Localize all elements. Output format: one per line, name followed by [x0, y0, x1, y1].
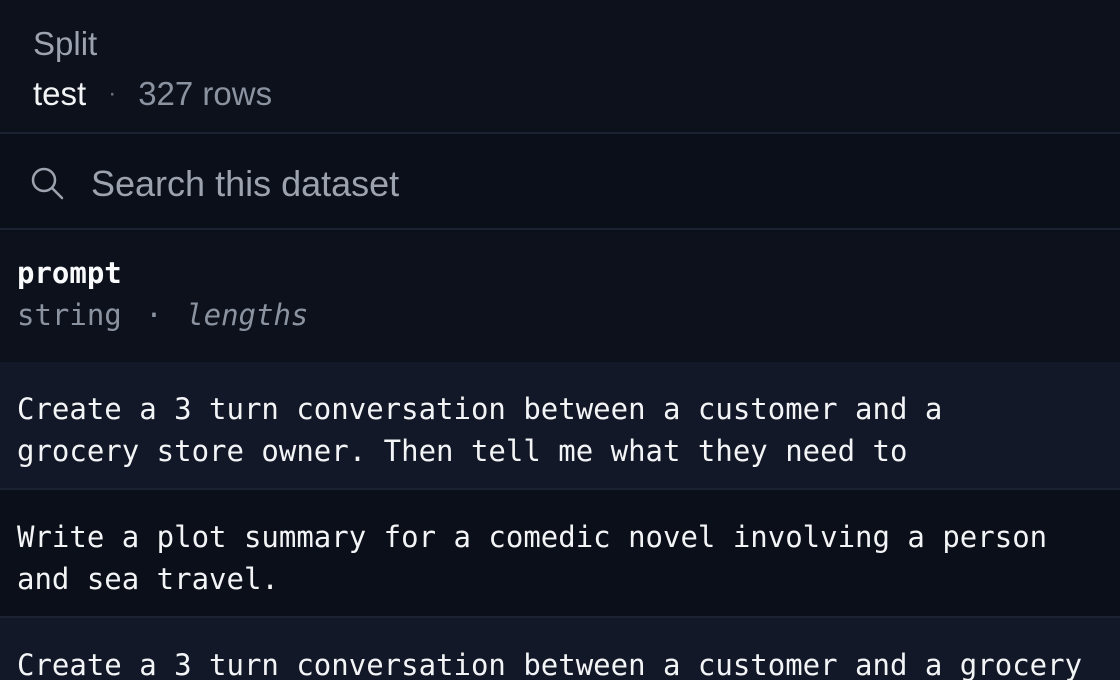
column-type: string: [17, 298, 122, 332]
split-row-count: 327 rows: [138, 75, 273, 112]
table-row[interactable]: Create a 3 turn conversation between a c…: [0, 618, 1120, 680]
split-label: Split: [33, 25, 98, 62]
prompt-cell[interactable]: Create a 3 turn conversation between a c…: [17, 388, 1120, 472]
prompt-cell[interactable]: Create a 3 turn conversation between a c…: [17, 644, 1120, 680]
split-selector[interactable]: Split test · 327 rows: [0, 0, 1120, 134]
column-name[interactable]: prompt: [17, 253, 122, 293]
table-row[interactable]: Write a plot summary for a comedic novel…: [0, 490, 1120, 618]
column-lengths-link[interactable]: lengths: [186, 298, 308, 332]
dataset-table: Create a 3 turn conversation between a c…: [0, 362, 1120, 680]
split-value[interactable]: test: [33, 74, 86, 114]
split-value-row[interactable]: test · 327 rows: [33, 74, 272, 114]
column-metadata: string · lengths: [17, 295, 308, 335]
column-meta-separator: ·: [145, 298, 163, 332]
dataset-viewer: Split test · 327 rows prompt string · le…: [0, 0, 1120, 680]
prompt-cell[interactable]: Write a plot summary for a comedic novel…: [17, 516, 1120, 600]
table-row[interactable]: Create a 3 turn conversation between a c…: [0, 362, 1120, 490]
split-separator: ·: [108, 80, 117, 107]
search-icon: [31, 167, 64, 200]
search-input[interactable]: [91, 158, 1071, 210]
